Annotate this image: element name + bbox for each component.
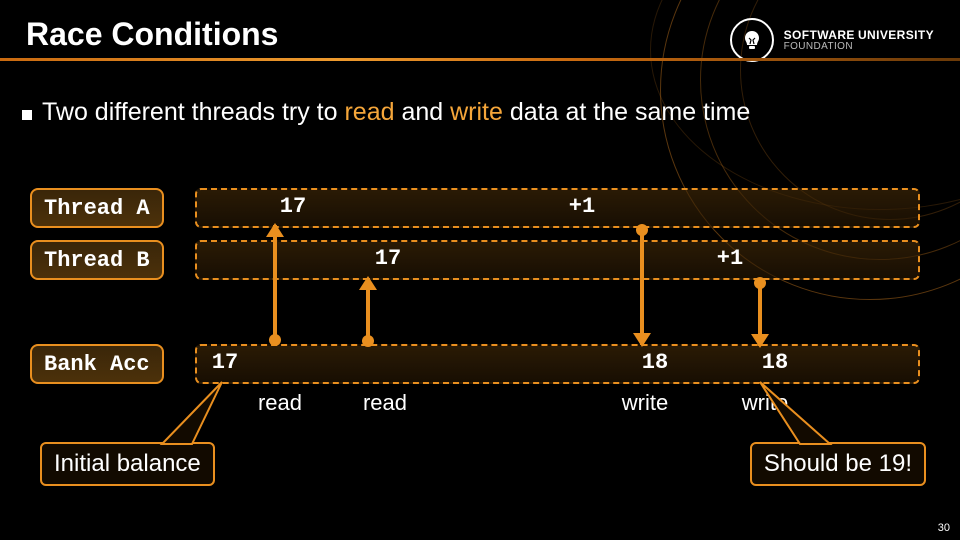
page-number: 30 [938,522,950,534]
logo-text-2: FOUNDATION [784,42,934,52]
logo-text-1a: SOFTWARE [784,28,855,42]
lightbulb-icon [730,18,774,62]
thread-a-read-value: 17 [280,194,306,219]
arrow-read-a [273,225,277,345]
title-underline [0,58,960,61]
acc-after-b: 18 [762,350,788,375]
lane-track-bank-acc [195,344,920,384]
action-read-b: read [363,390,407,416]
arrow-write-b [758,278,762,346]
callout-expected-text: Should be 19! [764,450,912,477]
bullet-pre: Two different threads try to [42,98,344,126]
brand-logo: SOFTWARE UNIVERSITY FOUNDATION [730,18,934,62]
lane-label-bank-acc: Bank Acc [30,344,164,384]
lane-thread-a: Thread A [30,188,920,228]
slide-title: Race Conditions [26,16,278,53]
bullet-mid: and [395,98,451,126]
arrow-write-a [640,225,644,345]
lane-thread-b: Thread B [30,240,920,280]
logo-text-1b: UNIVERSITY [858,28,934,42]
callout-expected: Should be 19! [750,442,926,486]
acc-initial-value: 17 [212,350,238,375]
lane-track-thread-b [195,240,920,280]
callout-initial-balance: Initial balance [40,442,215,486]
bullet-read-em: read [344,98,394,126]
callout-initial-text: Initial balance [54,450,201,477]
callout-tail-icon [760,382,830,444]
callout-tail-icon [162,382,242,444]
arrow-read-b [366,278,370,346]
bullet-write-em: write [450,98,503,126]
bullet-icon [22,110,32,120]
lane-label-thread-a: Thread A [30,188,164,228]
acc-after-a: 18 [642,350,668,375]
thread-a-op: +1 [569,194,595,219]
lane-label-thread-b: Thread B [30,240,164,280]
action-read-a: read [258,390,302,416]
thread-b-op: +1 [717,246,743,271]
bullet-text: Two different threads try to read and wr… [42,98,750,127]
bullet-line: Two different threads try to read and wr… [22,98,934,127]
action-write-a: write [622,390,668,416]
thread-b-read-value: 17 [375,246,401,271]
bullet-post: data at the same time [503,98,750,126]
